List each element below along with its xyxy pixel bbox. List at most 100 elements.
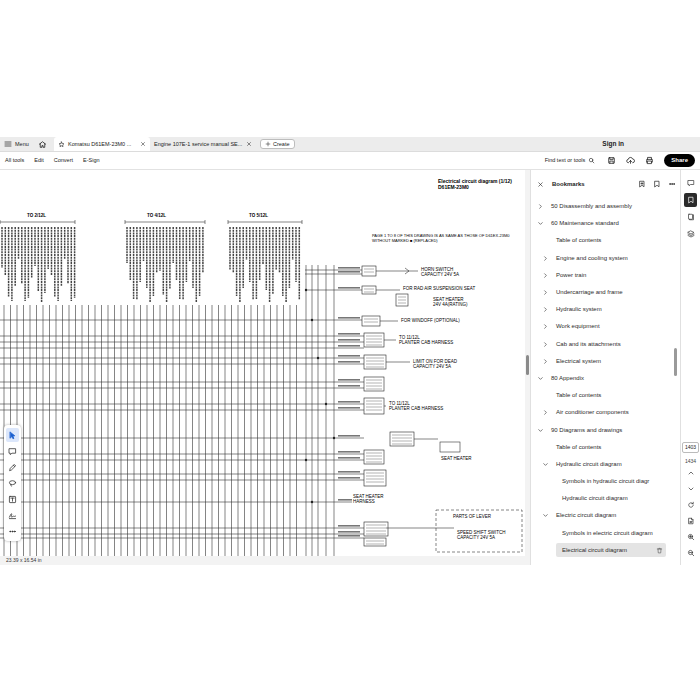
toolbar-item[interactable]: Convert: [54, 156, 73, 164]
bookmark-label[interactable]: Table of contents: [550, 234, 666, 248]
bookmark-item[interactable]: Symbols in hydraulic circuit diagr: [531, 473, 680, 490]
expander[interactable]: [537, 203, 551, 211]
bookmark-label[interactable]: Electrical circuit diagram: [556, 543, 666, 557]
chevron-down-icon[interactable]: [542, 512, 549, 519]
comment-button[interactable]: [684, 176, 697, 190]
zoom-out-button[interactable]: [684, 545, 697, 561]
bookmark-label[interactable]: 80 Appendix: [545, 371, 666, 385]
star-icon[interactable]: [58, 141, 65, 148]
tab[interactable]: Komatsu D61EM-23M0 ...: [54, 137, 150, 151]
expander[interactable]: [542, 340, 556, 348]
text-tool[interactable]: [6, 492, 19, 506]
zoom-in-button[interactable]: [684, 529, 697, 545]
bookmark-item[interactable]: Work equipment: [531, 318, 680, 335]
tab[interactable]: Engine 107E-1 service manual SE...: [150, 137, 256, 151]
bookmark-label[interactable]: Cab and its attachments: [550, 337, 666, 351]
chevron-right-icon[interactable]: [542, 255, 549, 262]
create-button[interactable]: Create: [260, 139, 295, 149]
bookmark-label[interactable]: Symbols in hydraulic circuit diagr: [556, 475, 666, 489]
bookmark-label[interactable]: 60 Maintenance standard: [545, 217, 666, 231]
save-icon[interactable]: [607, 156, 616, 165]
panel-scroll-thumb[interactable]: [674, 348, 677, 376]
comment-tool[interactable]: [6, 444, 19, 458]
document-view[interactable]: Electrical circuit diagram (1/12)D61EM-2…: [0, 170, 530, 556]
bookmark-item[interactable]: Hydraulic circuit diagram: [531, 456, 680, 473]
bookmark-label[interactable]: 90 Diagrams and drawings: [545, 423, 666, 437]
bookmark-item[interactable]: Electric circuit diagram: [531, 507, 680, 524]
bookmarks-button[interactable]: [684, 193, 697, 207]
bookmark-item[interactable]: Hydraulic circuit diagram: [531, 490, 680, 507]
chevron-right-icon[interactable]: [542, 306, 549, 313]
bookmark-item[interactable]: Engine and cooling system: [531, 250, 680, 267]
bookmark-item[interactable]: 90 Diagrams and drawings: [531, 421, 680, 438]
previous-page-button[interactable]: [684, 465, 697, 481]
bookmark-label[interactable]: Undercarriage and frame: [550, 286, 666, 300]
expander[interactable]: [542, 254, 556, 262]
bookmark-label[interactable]: Engine and cooling system: [550, 251, 666, 265]
chevron-down-icon[interactable]: [537, 220, 544, 227]
bookmark-item[interactable]: 50 Disassembly and assembly: [531, 198, 680, 215]
bookmark-item[interactable]: Cab and its attachments: [531, 336, 680, 353]
bookmark-item[interactable]: Table of contents: [531, 387, 680, 404]
signature-tool[interactable]: [6, 508, 19, 522]
add-bookmark-icon[interactable]: [638, 180, 646, 188]
chevron-down-icon[interactable]: [542, 461, 549, 468]
expander[interactable]: [542, 271, 556, 279]
page-number-field[interactable]: 1403: [682, 442, 699, 453]
search-field[interactable]: Find text or tools: [545, 156, 596, 164]
expander[interactable]: [542, 512, 556, 520]
bookmark-label[interactable]: Air conditioner components: [550, 406, 666, 420]
scroll-thumb[interactable]: [526, 355, 529, 375]
bookmark-label[interactable]: Table of contents: [550, 440, 666, 454]
home-icon[interactable]: [38, 140, 47, 149]
chevron-right-icon[interactable]: [542, 289, 549, 296]
bookmark-label[interactable]: 50 Disassembly and assembly: [545, 200, 666, 214]
draw-tool[interactable]: [6, 460, 19, 474]
lasso-tool[interactable]: [6, 476, 19, 490]
more-tool[interactable]: [6, 524, 19, 538]
bookmark-label[interactable]: Table of contents: [550, 389, 666, 403]
next-page-button[interactable]: [684, 481, 697, 497]
chevron-down-icon[interactable]: [537, 427, 544, 434]
layers-button[interactable]: [684, 227, 697, 241]
bookmark-label[interactable]: Hydraulic circuit diagram: [556, 492, 666, 506]
expander[interactable]: [537, 374, 551, 382]
expander[interactable]: [542, 306, 556, 314]
close-icon[interactable]: [246, 141, 252, 147]
bookmark-icon[interactable]: [653, 180, 661, 188]
trash-icon[interactable]: [656, 547, 663, 554]
bookmark-item[interactable]: Electrical system: [531, 353, 680, 370]
chevron-right-icon[interactable]: [537, 203, 544, 210]
expander[interactable]: [542, 323, 556, 331]
expander[interactable]: [542, 460, 556, 468]
bookmark-label[interactable]: Power train: [550, 268, 666, 282]
chevron-right-icon[interactable]: [542, 358, 549, 365]
chevron-right-icon[interactable]: [542, 409, 549, 416]
toolbar-item[interactable]: All tools: [5, 156, 24, 164]
print-icon[interactable]: [645, 156, 654, 165]
chevron-right-icon[interactable]: [542, 341, 549, 348]
chevron-right-icon[interactable]: [542, 272, 549, 279]
bookmark-label[interactable]: Electric circuit diagram: [550, 509, 666, 523]
rotate-button[interactable]: [684, 497, 697, 513]
cloud-upload-icon[interactable]: [626, 156, 635, 165]
bookmark-label[interactable]: Electrical system: [550, 354, 666, 368]
bookmark-label[interactable]: Hydraulic system: [550, 303, 666, 317]
toolbar-item[interactable]: Edit: [34, 156, 43, 164]
expander[interactable]: [537, 426, 551, 434]
toolbar-item[interactable]: E-Sign: [83, 156, 100, 164]
bookmark-item[interactable]: Air conditioner components: [531, 404, 680, 421]
bookmark-item[interactable]: 60 Maintenance standard: [531, 215, 680, 232]
bookmark-item[interactable]: Electrical circuit diagram: [531, 542, 680, 559]
bookmark-label[interactable]: Work equipment: [550, 320, 666, 334]
page-view-button[interactable]: [684, 513, 697, 529]
close-icon[interactable]: [140, 141, 146, 147]
menu-button[interactable]: Menu: [4, 140, 36, 148]
bookmark-item[interactable]: Power train: [531, 267, 680, 284]
pages-button[interactable]: [684, 210, 697, 224]
expander[interactable]: [542, 289, 556, 297]
select-tool[interactable]: [6, 428, 19, 442]
share-button[interactable]: Share: [664, 154, 695, 167]
bookmark-item[interactable]: Hydraulic system: [531, 301, 680, 318]
bookmark-item[interactable]: Symbols in electric circuit diagram: [531, 525, 680, 542]
